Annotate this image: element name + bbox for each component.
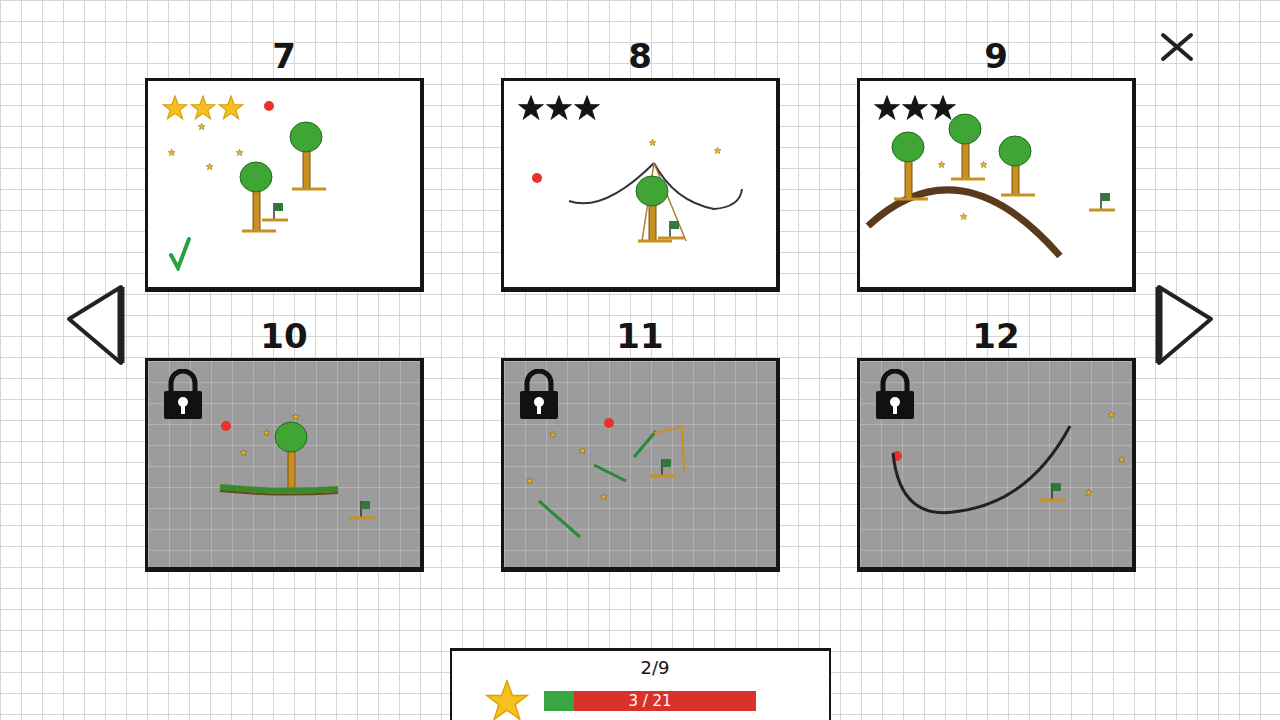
- star-icon: [546, 95, 572, 121]
- level-cell: 9: [857, 35, 1135, 292]
- lock-icon: [162, 369, 204, 421]
- star-rating: [518, 95, 600, 121]
- level-number: 7: [272, 35, 296, 78]
- level-number: 8: [628, 35, 652, 78]
- arrow-left-icon: [65, 283, 125, 367]
- level-card: [145, 358, 424, 572]
- arrow-right-icon: [1155, 283, 1215, 367]
- lock-icon: [874, 369, 916, 421]
- star-progress-bar: 3 / 21: [544, 691, 756, 711]
- star-count: 3 / 21: [628, 691, 671, 711]
- star-icon: [574, 95, 600, 121]
- level-select-screen: 7 8 9 10 11 12 2/9 3 / 21: [0, 0, 1280, 720]
- close-icon: [1160, 32, 1194, 62]
- level-number: 9: [984, 35, 1008, 78]
- close-button[interactable]: [1160, 32, 1194, 65]
- star-rating: [162, 95, 244, 121]
- progress-panel: 2/9 3 / 21: [450, 648, 831, 720]
- previous-page-button[interactable]: [65, 283, 125, 367]
- star-icon: [162, 95, 188, 121]
- lock-icon: [518, 369, 560, 421]
- star-icon: [874, 95, 900, 121]
- star-icon: [484, 679, 530, 720]
- levels-completed: 2/9: [641, 657, 670, 679]
- level-card[interactable]: [857, 78, 1136, 292]
- level-card: [857, 358, 1136, 572]
- level-preview: [148, 81, 420, 287]
- level-cell: 8: [501, 35, 779, 292]
- level-card[interactable]: [145, 78, 424, 292]
- level-card: [501, 358, 780, 572]
- level-number: 11: [616, 315, 663, 358]
- level-pager: 7 8 9 10 11 12: [65, 35, 1215, 572]
- level-cell: 11: [501, 315, 779, 572]
- star-icon: [518, 95, 544, 121]
- level-preview: [860, 81, 1132, 287]
- level-cell: 12: [857, 315, 1135, 572]
- level-number: 10: [260, 315, 307, 358]
- level-cell: 7: [145, 35, 423, 292]
- next-page-button[interactable]: [1155, 283, 1215, 367]
- star-icon: [218, 95, 244, 121]
- star-rating: [874, 95, 956, 121]
- check-icon: [168, 237, 192, 271]
- level-number: 12: [972, 315, 1019, 358]
- level-grid: 7 8 9 10 11 12: [145, 35, 1135, 572]
- star-icon: [930, 95, 956, 121]
- level-preview: [504, 81, 776, 287]
- level-card[interactable]: [501, 78, 780, 292]
- level-cell: 10: [145, 315, 423, 572]
- star-icon: [190, 95, 216, 121]
- star-icon: [902, 95, 928, 121]
